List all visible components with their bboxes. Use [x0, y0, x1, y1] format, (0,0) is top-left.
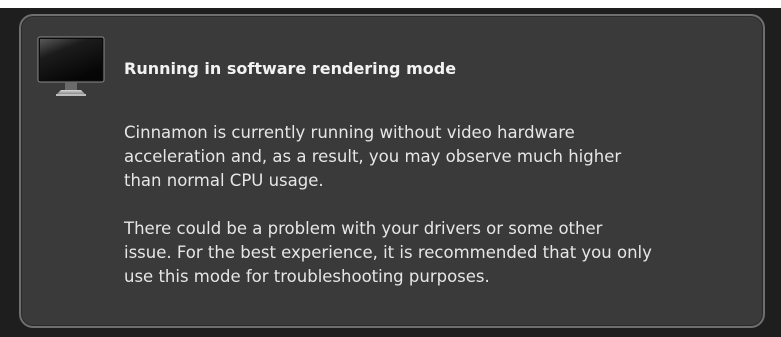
monitor-icon [37, 36, 105, 98]
software-rendering-notification[interactable]: Running in software rendering mode Cinna… [19, 14, 765, 328]
notification-message-paragraph: There could be a problem with your drive… [124, 219, 652, 286]
notification-body: Cinnamon is currently running without vi… [124, 121, 754, 313]
notification-title: Running in software rendering mode [124, 59, 457, 78]
notification-message-paragraph: Cinnamon is currently running without vi… [124, 123, 622, 190]
